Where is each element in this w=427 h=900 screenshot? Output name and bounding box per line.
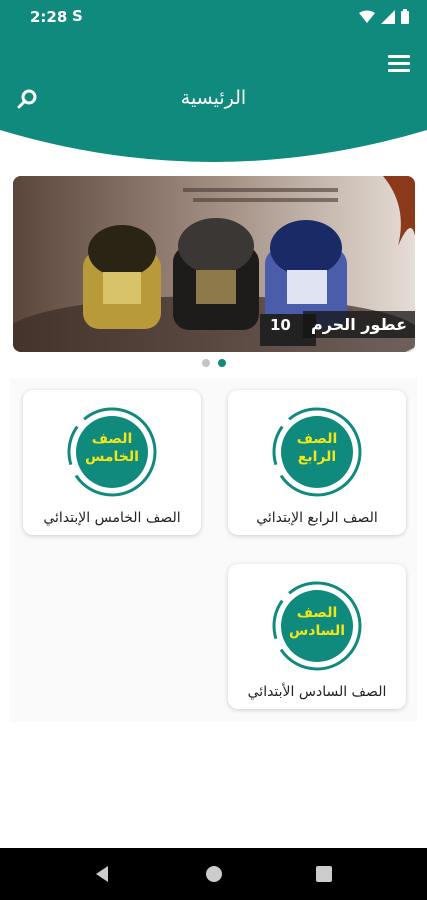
menu-icon[interactable] [388,55,410,73]
grade-badge-icon: الصف الخامس [66,406,158,498]
carousel-dot-active[interactable] [217,359,226,367]
grade-badge-icon: الصف السادس [271,580,363,672]
battery-icon [401,9,409,24]
badge-line2: الخامس [85,449,139,465]
badge-line1: الصف [91,431,133,447]
page-title: الرئيسية [180,87,247,109]
status-time: 2:28 [30,8,68,26]
badge-line2: السادس [288,623,346,639]
wifi-icon [359,10,375,23]
carousel-dot[interactable] [201,359,210,367]
grade-badge-icon: الصف الرابع [271,406,363,498]
status-icons [359,9,409,24]
banner-number: 10 [270,316,291,334]
back-icon[interactable] [72,848,132,900]
badge-line2: الرابع [297,449,337,465]
grade-card-label: الصف الخامس الإبتدائي [43,510,181,526]
grade-card-6[interactable]: الصف السادس الصف السادس الأبتدائي [228,564,406,709]
system-nav-bar [0,848,427,900]
carousel-indicator [0,359,427,367]
badge-line1: الصف [296,431,338,447]
grade-card-label: الصف الرابع الإبتدائي [256,510,378,526]
home-icon[interactable] [184,848,244,900]
recents-icon[interactable] [294,848,354,900]
signal-icon [381,9,395,24]
banner-caption: عطور الحرم [302,311,415,338]
grade-card-label: الصف السادس الأبتدائي [247,684,387,700]
grade-card-4[interactable]: الصف الرابع الصف الرابع الإبتدائي [228,390,406,535]
promo-banner[interactable]: 10 عطور الحرم [13,176,415,352]
badge-line1: الصف [296,605,338,621]
notification-icon: S [72,7,83,25]
grade-card-5[interactable]: الصف الخامس الصف الخامس الإبتدائي [23,390,201,535]
status-bar: 2:28 S [0,0,427,34]
